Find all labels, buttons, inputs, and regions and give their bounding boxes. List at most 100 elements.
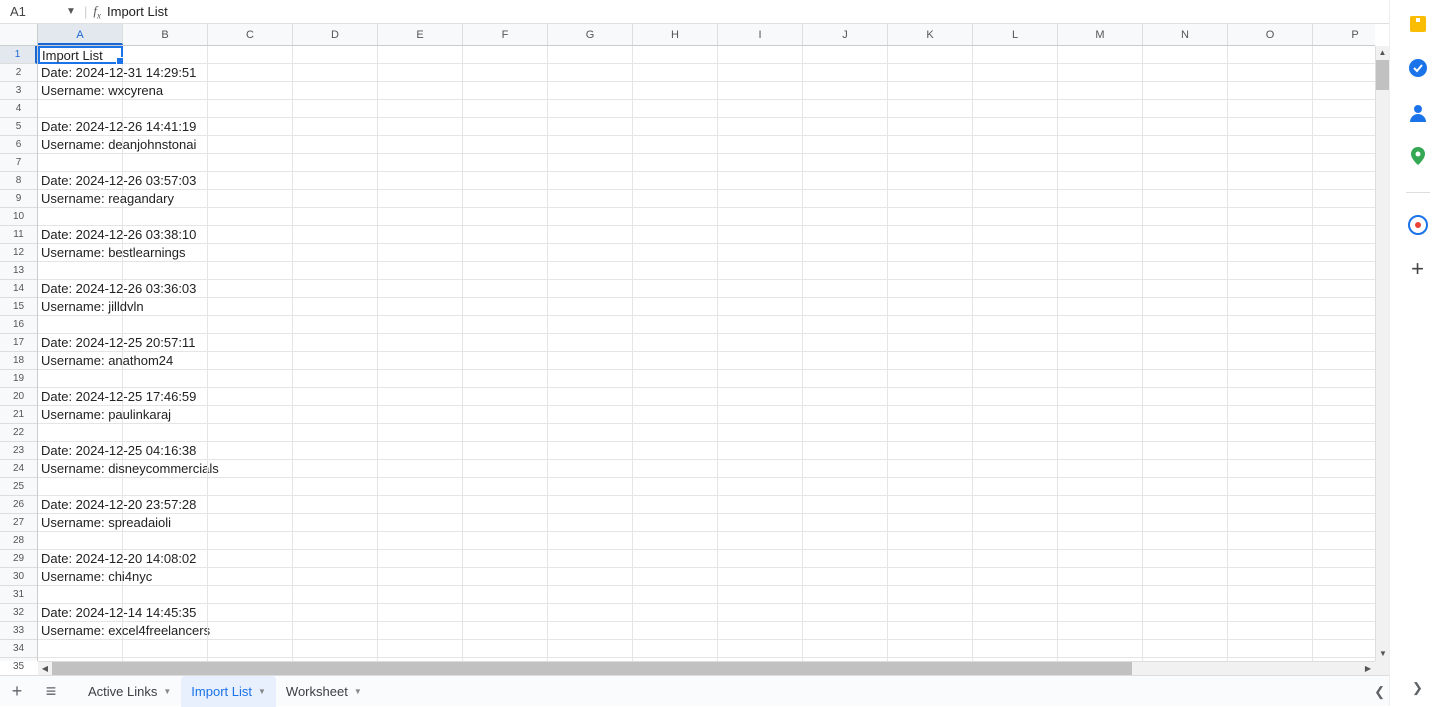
scroll-right-icon[interactable]: ▶ <box>1361 662 1375 675</box>
row-header-18[interactable]: 18 <box>0 352 37 370</box>
cell-O5[interactable] <box>1228 118 1313 136</box>
cell-N13[interactable] <box>1143 262 1228 280</box>
cell-B13[interactable] <box>123 262 208 280</box>
cell-M30[interactable] <box>1058 568 1143 586</box>
add-sheet-button[interactable]: + <box>0 681 34 702</box>
cell-L1[interactable] <box>973 46 1058 64</box>
cell-E25[interactable] <box>378 478 463 496</box>
cell-D5[interactable] <box>293 118 378 136</box>
cell-H29[interactable] <box>633 550 718 568</box>
cell-B25[interactable] <box>123 478 208 496</box>
cell-B28[interactable] <box>123 532 208 550</box>
cell-O27[interactable] <box>1228 514 1313 532</box>
cell-M20[interactable] <box>1058 388 1143 406</box>
cell-C11[interactable] <box>208 226 293 244</box>
column-header-J[interactable]: J <box>803 24 888 45</box>
cell-K10[interactable] <box>888 208 973 226</box>
cell-B2[interactable] <box>123 64 208 82</box>
cell-A29[interactable]: Date: 2024-12-20 14:08:02 <box>38 550 123 568</box>
cell-D30[interactable] <box>293 568 378 586</box>
cell-N26[interactable] <box>1143 496 1228 514</box>
cell-O28[interactable] <box>1228 532 1313 550</box>
cell-K13[interactable] <box>888 262 973 280</box>
cell-I6[interactable] <box>718 136 803 154</box>
cell-D28[interactable] <box>293 532 378 550</box>
cell-B18[interactable] <box>123 352 208 370</box>
cell-J24[interactable] <box>803 460 888 478</box>
cell-H20[interactable] <box>633 388 718 406</box>
cell-I14[interactable] <box>718 280 803 298</box>
cell-M4[interactable] <box>1058 100 1143 118</box>
cell-G31[interactable] <box>548 586 633 604</box>
cell-E32[interactable] <box>378 604 463 622</box>
cell-G12[interactable] <box>548 244 633 262</box>
cell-A30[interactable]: Username: chi4nyc <box>38 568 123 586</box>
cell-A2[interactable]: Date: 2024-12-31 14:29:51 <box>38 64 123 82</box>
cell-F16[interactable] <box>463 316 548 334</box>
cell-H13[interactable] <box>633 262 718 280</box>
cell-B16[interactable] <box>123 316 208 334</box>
cell-F1[interactable] <box>463 46 548 64</box>
cell-N31[interactable] <box>1143 586 1228 604</box>
cell-B22[interactable] <box>123 424 208 442</box>
cell-E29[interactable] <box>378 550 463 568</box>
cell-P3[interactable] <box>1313 82 1375 100</box>
cell-A23[interactable]: Date: 2024-12-25 04:16:38 <box>38 442 123 460</box>
cell-H1[interactable] <box>633 46 718 64</box>
cell-G33[interactable] <box>548 622 633 640</box>
cell-L23[interactable] <box>973 442 1058 460</box>
cell-N11[interactable] <box>1143 226 1228 244</box>
cell-B33[interactable] <box>123 622 208 640</box>
cell-N18[interactable] <box>1143 352 1228 370</box>
cell-C4[interactable] <box>208 100 293 118</box>
cell-O4[interactable] <box>1228 100 1313 118</box>
cell-F7[interactable] <box>463 154 548 172</box>
cell-I13[interactable] <box>718 262 803 280</box>
cell-B31[interactable] <box>123 586 208 604</box>
cell-C32[interactable] <box>208 604 293 622</box>
cell-P16[interactable] <box>1313 316 1375 334</box>
cell-O8[interactable] <box>1228 172 1313 190</box>
cell-C25[interactable] <box>208 478 293 496</box>
cell-N33[interactable] <box>1143 622 1228 640</box>
cell-B4[interactable] <box>123 100 208 118</box>
name-box[interactable]: A1 <box>4 4 64 19</box>
cell-O15[interactable] <box>1228 298 1313 316</box>
cell-M17[interactable] <box>1058 334 1143 352</box>
cell-P12[interactable] <box>1313 244 1375 262</box>
cell-L11[interactable] <box>973 226 1058 244</box>
cell-M12[interactable] <box>1058 244 1143 262</box>
cell-K9[interactable] <box>888 190 973 208</box>
cell-J15[interactable] <box>803 298 888 316</box>
row-header-4[interactable]: 4 <box>0 100 37 118</box>
cell-D13[interactable] <box>293 262 378 280</box>
cell-H33[interactable] <box>633 622 718 640</box>
maps-icon[interactable] <box>1406 144 1430 168</box>
cell-A5[interactable]: Date: 2024-12-26 14:41:19 <box>38 118 123 136</box>
cell-K17[interactable] <box>888 334 973 352</box>
row-header-7[interactable]: 7 <box>0 154 37 172</box>
cell-P25[interactable] <box>1313 478 1375 496</box>
cell-F22[interactable] <box>463 424 548 442</box>
cell-K6[interactable] <box>888 136 973 154</box>
cell-I25[interactable] <box>718 478 803 496</box>
cell-O9[interactable] <box>1228 190 1313 208</box>
cell-L25[interactable] <box>973 478 1058 496</box>
cell-E30[interactable] <box>378 568 463 586</box>
cell-J2[interactable] <box>803 64 888 82</box>
cell-J31[interactable] <box>803 586 888 604</box>
cell-A27[interactable]: Username: spreadaioli <box>38 514 123 532</box>
cell-N30[interactable] <box>1143 568 1228 586</box>
cell-O7[interactable] <box>1228 154 1313 172</box>
cell-I32[interactable] <box>718 604 803 622</box>
cell-P32[interactable] <box>1313 604 1375 622</box>
cell-N19[interactable] <box>1143 370 1228 388</box>
cell-C19[interactable] <box>208 370 293 388</box>
cell-B12[interactable] <box>123 244 208 262</box>
cell-E34[interactable] <box>378 640 463 658</box>
scroll-thumb-horizontal[interactable] <box>52 662 1132 675</box>
cell-M19[interactable] <box>1058 370 1143 388</box>
cell-L3[interactable] <box>973 82 1058 100</box>
cell-G16[interactable] <box>548 316 633 334</box>
cell-E12[interactable] <box>378 244 463 262</box>
